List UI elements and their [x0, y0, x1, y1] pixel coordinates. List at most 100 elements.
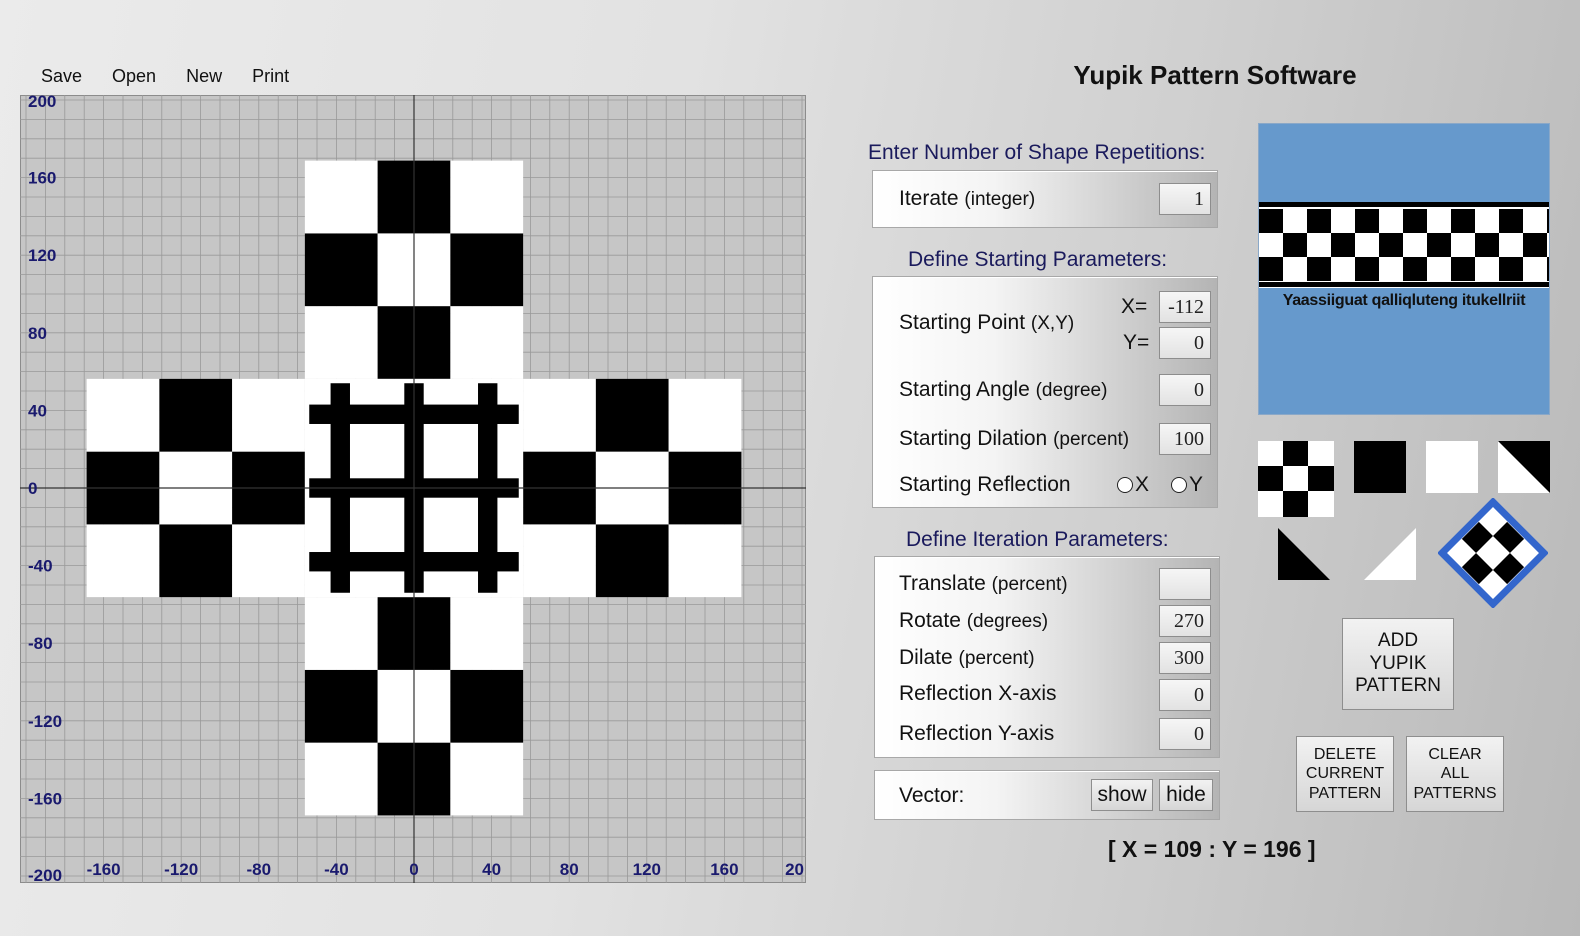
- band-square: [1475, 233, 1499, 257]
- vector-show-button[interactable]: show: [1091, 779, 1153, 811]
- x-tick-label: 80: [560, 860, 579, 879]
- add-yupik-pattern-button[interactable]: ADD YUPIK PATTERN: [1342, 618, 1454, 710]
- y-tick-label: -80: [28, 634, 53, 653]
- dilate-label: Dilate (percent): [899, 646, 1035, 669]
- pattern-square: [523, 524, 596, 598]
- band-square: [1379, 233, 1403, 257]
- black-triangle-tile-icon[interactable]: [1278, 528, 1330, 580]
- y-tick-label: 200: [28, 95, 56, 111]
- y-tick-label: 0: [28, 479, 37, 498]
- pattern-square: [304, 233, 378, 307]
- pattern-square: [668, 378, 742, 452]
- reflection-x-axis-input[interactable]: [1159, 679, 1211, 711]
- pattern-square: [159, 524, 233, 598]
- pattern-square: [450, 233, 524, 307]
- repetitions-heading: Enter Number of Shape Repetitions:: [868, 141, 1206, 164]
- band-square: [1523, 233, 1547, 257]
- x-tick-label: -40: [324, 860, 349, 879]
- pattern-square: [367, 441, 387, 461]
- pattern-square: [304, 742, 378, 816]
- band-square: [1259, 257, 1283, 281]
- dilate-input[interactable]: [1159, 642, 1211, 674]
- start-y-input[interactable]: [1159, 327, 1211, 359]
- starting-reflection-label: Starting Reflection: [899, 473, 1071, 496]
- drawing-canvas[interactable]: 200 160 120 80 40 0 -40 -80 -120 -160 -200 -160 -120…: [20, 95, 806, 883]
- menu-save[interactable]: Save: [30, 64, 93, 92]
- translate-label: Translate (percent): [899, 572, 1068, 595]
- x-tick-label: -80: [247, 860, 272, 879]
- menu-print[interactable]: Print: [241, 64, 300, 92]
- reflection-x-radio[interactable]: X: [1117, 473, 1149, 497]
- menu-bar: Save Open New Print: [30, 64, 308, 92]
- start-x-input[interactable]: [1159, 291, 1211, 323]
- starting-point-label: Starting Point (X,Y): [899, 311, 1075, 334]
- band-square: [1547, 209, 1549, 233]
- x-tick-label: 40: [482, 860, 501, 879]
- band-square: [1403, 209, 1427, 233]
- pattern-square: [450, 669, 524, 743]
- pattern-square: [441, 515, 461, 535]
- clear-all-patterns-button[interactable]: CLEAR ALL PATTERNS: [1406, 736, 1504, 812]
- reflection-y-axis-label: Reflection Y-axis: [899, 722, 1055, 745]
- start-dilation-input[interactable]: [1159, 423, 1211, 455]
- band-square: [1331, 233, 1355, 257]
- white-triangle-tile-icon[interactable]: [1364, 528, 1416, 580]
- pattern-square: [304, 306, 378, 379]
- starting-angle-label: Starting Angle (degree): [899, 378, 1108, 401]
- band-square: [1259, 209, 1283, 233]
- y-tick-label: 40: [28, 401, 47, 420]
- y-tick-label: -200: [28, 866, 62, 883]
- vector-hide-button[interactable]: hide: [1159, 779, 1213, 811]
- pattern-square: [304, 597, 378, 670]
- pattern-square: [450, 306, 524, 379]
- diamond-checker-tile-icon[interactable]: [1438, 498, 1548, 608]
- iterate-input[interactable]: [1159, 183, 1211, 215]
- checkerboard-tile-icon[interactable]: [1258, 441, 1334, 517]
- start-angle-input[interactable]: [1159, 374, 1211, 406]
- delete-current-pattern-button[interactable]: DELETE CURRENT PATTERN: [1296, 736, 1394, 812]
- reflection-y-radio[interactable]: Y: [1171, 473, 1203, 497]
- band-square: [1451, 209, 1475, 233]
- cursor-coordinate-readout: [ X = 109 : Y = 196 ]: [1108, 836, 1316, 862]
- pattern-square: [367, 515, 387, 535]
- reflection-x-axis-label: Reflection X-axis: [899, 682, 1057, 705]
- pattern-square: [441, 441, 461, 461]
- y-tick-label: 80: [28, 324, 47, 343]
- band-square: [1355, 209, 1379, 233]
- band-square: [1307, 209, 1331, 233]
- radio-circle-icon: [1117, 477, 1133, 493]
- pattern-square: [595, 524, 669, 598]
- band-square: [1451, 257, 1475, 281]
- band-square: [1499, 257, 1523, 281]
- x-tick-label: 160: [710, 860, 738, 879]
- rotate-label: Rotate (degrees): [899, 609, 1049, 632]
- rotate-input[interactable]: [1159, 605, 1211, 637]
- coordinate-grid[interactable]: 20016012080400-40-80-120-160-200 -160 -120…: [20, 95, 806, 883]
- pattern-square: [232, 524, 305, 598]
- preview-caption: Yaassiiguat qalliqluteng itukellriit: [1282, 292, 1526, 309]
- starting-panel: Starting Point (X,Y) X= Y= Starting Angl…: [872, 276, 1218, 508]
- y-tick-label: 120: [28, 246, 56, 265]
- pattern-square: [232, 378, 305, 452]
- pattern-preview: Yaassiiguat qalliqluteng itukellriit: [1258, 123, 1550, 415]
- translate-input[interactable]: [1159, 568, 1211, 600]
- iterate-panel: Iterate (integer): [872, 170, 1218, 228]
- vector-panel: Vector: show hide: [874, 770, 1220, 820]
- pattern-square: [450, 742, 524, 816]
- reflection-y-axis-input[interactable]: [1159, 718, 1211, 750]
- pattern-square: [450, 160, 524, 234]
- y-tick-label: -120: [28, 712, 62, 731]
- band-square: [1427, 233, 1451, 257]
- black-square-tile-icon[interactable]: [1354, 441, 1406, 493]
- menu-open[interactable]: Open: [101, 64, 167, 92]
- x-label: X=: [1121, 295, 1148, 318]
- half-triangle-square-tile-icon[interactable]: [1498, 441, 1550, 493]
- y-tick-label: -160: [28, 789, 62, 808]
- x-tick-label: 120: [633, 860, 661, 879]
- iteration-panel: Translate (percent) Rotate (degrees) Dil…: [874, 556, 1220, 758]
- x-tick-label: 20: [785, 860, 804, 879]
- pattern-square: [523, 378, 596, 452]
- white-square-tile-icon[interactable]: [1426, 441, 1478, 493]
- menu-new[interactable]: New: [175, 64, 233, 92]
- pattern-square: [304, 160, 378, 234]
